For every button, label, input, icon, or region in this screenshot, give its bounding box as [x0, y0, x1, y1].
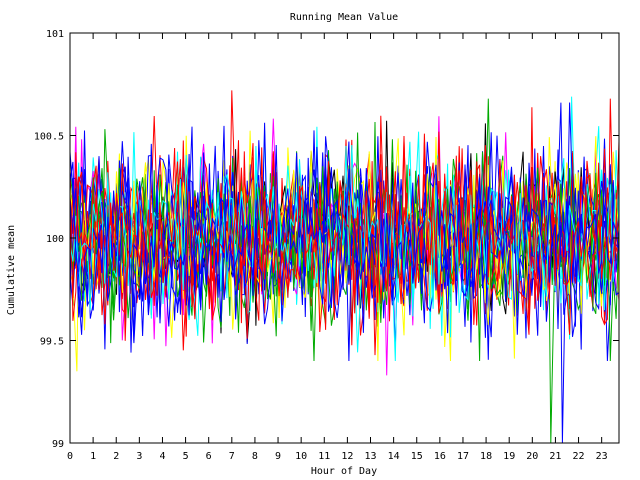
y-tick-label: 100.5 — [34, 132, 64, 143]
x-tick-label: 14 — [388, 451, 400, 462]
x-tick-label: 7 — [229, 451, 235, 462]
x-tick-label: 9 — [275, 451, 281, 462]
x-tick-label: 4 — [159, 451, 165, 462]
y-tick-label: 99.5 — [40, 337, 64, 348]
x-tick-label: 12 — [341, 451, 353, 462]
x-tick-label: 16 — [434, 451, 446, 462]
x-tick-label: 19 — [503, 451, 515, 462]
x-tick-label: 18 — [480, 451, 492, 462]
x-axis-label: Hour of Day — [311, 466, 377, 477]
x-tick-label: 17 — [457, 451, 469, 462]
x-tick-label: 1 — [90, 451, 96, 462]
x-tick-label: 13 — [364, 451, 376, 462]
x-tick-label: 10 — [295, 451, 307, 462]
y-axis-label: Cumulative mean — [6, 225, 17, 315]
y-tick-label: 99 — [52, 439, 64, 450]
x-tick-label: 0 — [67, 451, 73, 462]
x-tick-label: 23 — [596, 451, 608, 462]
x-tick-label: 15 — [411, 451, 423, 462]
x-tick-label: 20 — [526, 451, 538, 462]
x-tick-label: 22 — [573, 451, 585, 462]
x-tick-label: 11 — [318, 451, 330, 462]
y-tick-label: 101 — [46, 29, 64, 40]
x-tick-label: 2 — [113, 451, 119, 462]
x-tick-label: 8 — [252, 451, 258, 462]
x-tick-label: 3 — [136, 451, 142, 462]
chart-title: Running Mean Value — [290, 12, 398, 23]
x-tick-label: 6 — [206, 451, 212, 462]
running-mean-chart: 9999.5100100.5101 0 1 2 3 4 5 6 7 8 9 10 11 12 13 14 15… — [0, 0, 640, 480]
x-tick-label: 5 — [183, 451, 189, 462]
x-tick-label: 21 — [549, 451, 561, 462]
y-tick-label: 100 — [46, 234, 64, 245]
